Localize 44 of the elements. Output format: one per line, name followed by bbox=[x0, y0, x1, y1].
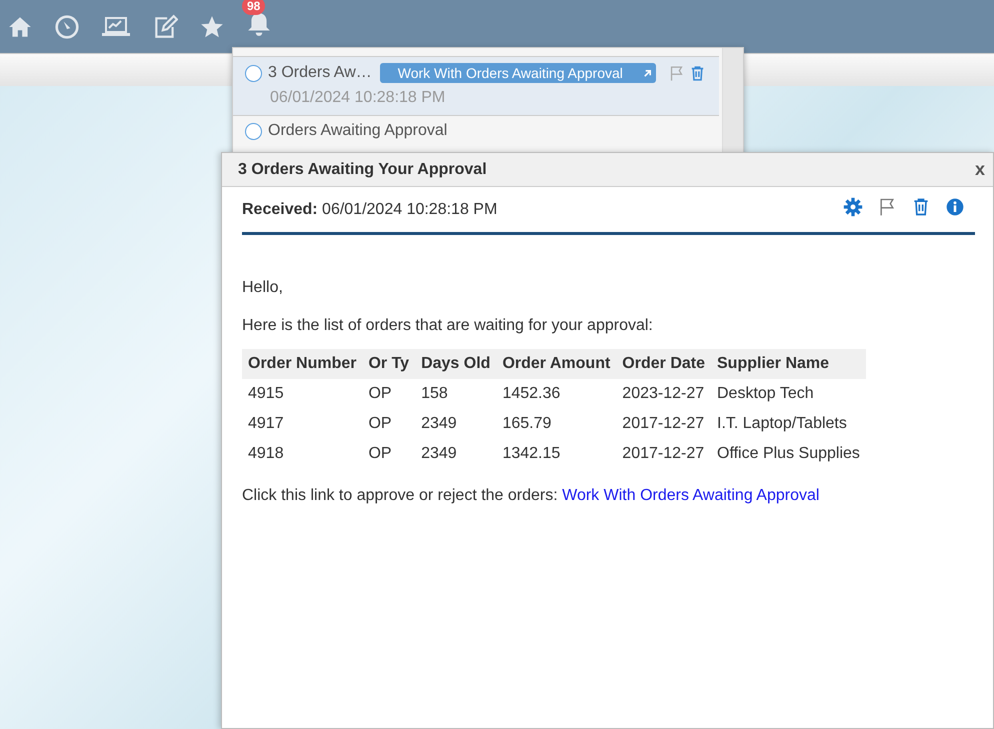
column-header: Order Date bbox=[616, 349, 711, 379]
table-cell: OP bbox=[362, 379, 416, 409]
bell-icon[interactable] bbox=[246, 11, 272, 37]
table-cell-text: 2017-12-27 bbox=[621, 414, 706, 434]
table-cell-text: 4918 bbox=[247, 444, 285, 464]
table-cell: Desktop Tech bbox=[711, 379, 866, 409]
column-header: Or Ty bbox=[362, 349, 416, 379]
received-text: Received: 06/01/2024 10:28:18 PM bbox=[242, 200, 498, 218]
greeting-text: Hello, bbox=[242, 279, 284, 297]
notification-time: 06/01/2024 10:28:18 PM bbox=[270, 89, 446, 107]
star-icon[interactable] bbox=[199, 14, 225, 40]
radio-button[interactable] bbox=[245, 122, 262, 140]
table-cell-text: 2017-12-27 bbox=[621, 444, 706, 464]
link-prompt-text: Click this link to approve or reject the orders: bbox=[242, 487, 558, 504]
table-cell: 4915 bbox=[242, 379, 362, 409]
intro-text: Here is the list of orders that are waiting for your approval: bbox=[242, 317, 654, 335]
notification-badge: 98 bbox=[242, 0, 266, 15]
table-cell-text: 165.79 bbox=[501, 414, 552, 434]
table-cell-text: 2349 bbox=[420, 444, 458, 464]
compass-icon[interactable] bbox=[54, 14, 80, 40]
notification-item[interactable]: Orders Awaiting Approval bbox=[233, 115, 719, 144]
close-button[interactable]: x bbox=[970, 159, 989, 180]
table-cell-text: OP bbox=[367, 414, 393, 434]
table-cell-text: 4917 bbox=[247, 414, 285, 434]
external-link-icon bbox=[642, 68, 652, 78]
notification-title: Orders Awaiting Approval bbox=[268, 122, 448, 140]
column-header: Order Amount bbox=[496, 349, 616, 379]
table-cell: 158 bbox=[415, 379, 496, 409]
dialog-title: 3 Orders Awaiting Your Approval bbox=[238, 160, 487, 178]
column-header: Supplier Name bbox=[711, 349, 866, 379]
table-cell-text: 1342.15 bbox=[501, 444, 562, 464]
column-header: Days Old bbox=[415, 349, 496, 379]
table-cell: 1452.36 bbox=[496, 379, 616, 409]
table-cell: 2023-12-27 bbox=[616, 379, 711, 409]
notification-title: 3 Orders Aw… bbox=[268, 64, 372, 82]
table-cell-text: 2349 bbox=[420, 414, 458, 434]
info-icon[interactable] bbox=[945, 196, 965, 216]
notification-item[interactable]: 3 Orders Aw… Work With Orders Awaiting Approval 06/01/2024 10:28:18 PM bbox=[233, 56, 719, 115]
table-cell-text: OP bbox=[367, 444, 393, 464]
table-cell-text: I.T. Laptop/Tablets bbox=[716, 414, 848, 434]
table-cell-text: Office Plus Supplies bbox=[716, 444, 861, 464]
approval-link[interactable]: Work With Orders Awaiting Approval bbox=[562, 487, 820, 504]
column-header: Order Number bbox=[242, 349, 362, 379]
radio-button[interactable] bbox=[245, 64, 262, 82]
